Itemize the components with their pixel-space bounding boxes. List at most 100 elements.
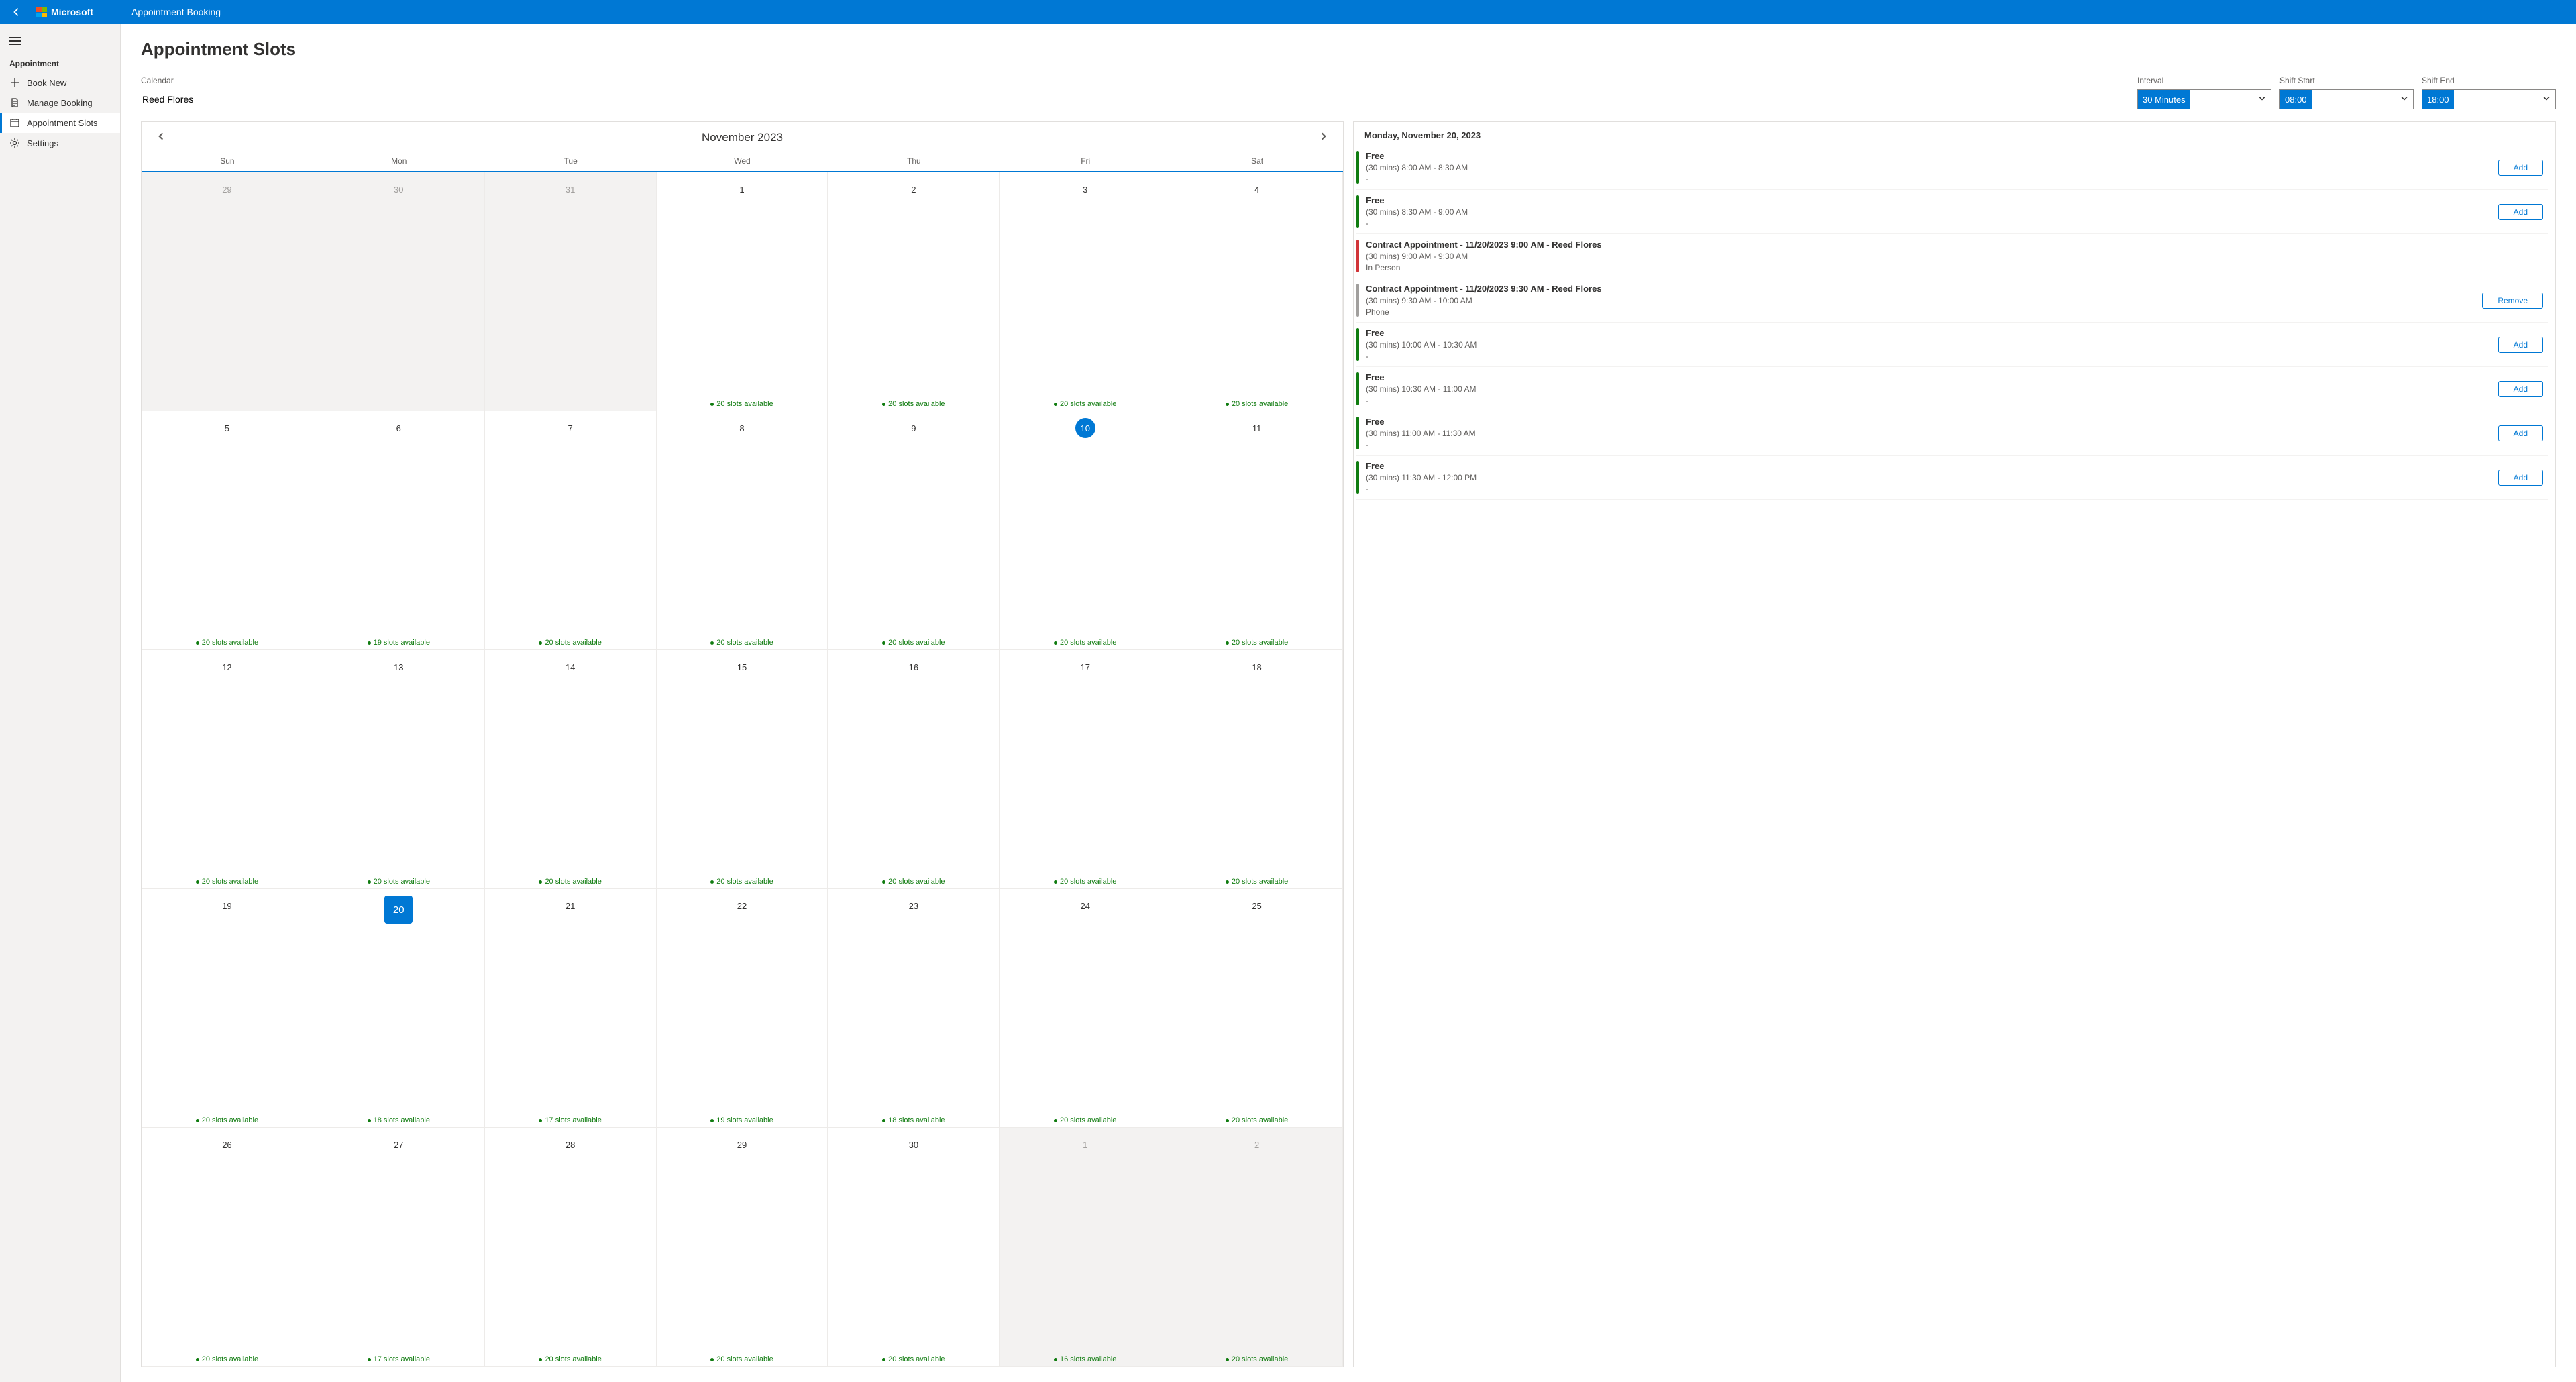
calendar-day-cell[interactable]: 2920 slots available: [657, 1128, 828, 1367]
slot-time: (30 mins) 11:00 AM - 11:30 AM: [1366, 429, 2491, 438]
slot-remove-button[interactable]: Remove: [2482, 293, 2543, 309]
calendar-day-cell[interactable]: 220 slots available: [828, 172, 1000, 411]
calendar-day-cell[interactable]: 2219 slots available: [657, 889, 828, 1128]
slot-item: Free(30 mins) 8:30 AM - 9:00 AM-Add: [1356, 190, 2548, 234]
slot-status-bar: [1356, 284, 1359, 317]
slot-title: Contract Appointment - 11/20/2023 9:00 A…: [1366, 240, 2543, 250]
slot-status-bar: [1356, 417, 1359, 449]
slot-title: Free: [1366, 461, 2491, 471]
sidebar-item-label: Appointment Slots: [27, 118, 98, 128]
calendar-day-number: 11: [1247, 418, 1267, 438]
calendar-day-number: 9: [904, 418, 924, 438]
slot-title: Free: [1366, 417, 2491, 427]
calendar-dow-label: Thu: [828, 152, 1000, 171]
calendar-day-cell[interactable]: 30: [313, 172, 485, 411]
slot-add-button[interactable]: Add: [2498, 204, 2543, 220]
calendar-day-cell[interactable]: 2717 slots available: [313, 1128, 485, 1367]
plus-icon: [9, 77, 20, 88]
calendar-day-cell[interactable]: 1020 slots available: [1000, 411, 1171, 650]
sidebar-item-manage-booking[interactable]: Manage Booking: [0, 93, 120, 113]
slot-status-bar: [1356, 195, 1359, 228]
calendar-icon: [9, 117, 20, 128]
calendar-day-cell[interactable]: 720 slots available: [485, 411, 657, 650]
calendar-day-cell[interactable]: 29: [142, 172, 313, 411]
calendar-day-cell[interactable]: 1620 slots available: [828, 650, 1000, 889]
calendar-day-cell[interactable]: 220 slots available: [1171, 1128, 1343, 1367]
interval-label: Interval: [2137, 76, 2271, 85]
calendar-day-cell[interactable]: 2820 slots available: [485, 1128, 657, 1367]
slot-add-button[interactable]: Add: [2498, 337, 2543, 353]
calendar-slots-available: 20 slots available: [196, 1355, 258, 1363]
back-button[interactable]: [7, 2, 27, 22]
calendar-day-cell[interactable]: 1420 slots available: [485, 650, 657, 889]
shift-end-label: Shift End: [2422, 76, 2556, 85]
calendar-day-cell[interactable]: 1920 slots available: [142, 889, 313, 1128]
calendar-day-cell[interactable]: 320 slots available: [1000, 172, 1171, 411]
calendar-day-number: 1: [1075, 1134, 1095, 1155]
calendar-day-cell[interactable]: 2520 slots available: [1171, 889, 1343, 1128]
slot-add-button[interactable]: Add: [2498, 381, 2543, 397]
slot-add-button[interactable]: Add: [2498, 160, 2543, 176]
slot-mode: -: [1366, 396, 2491, 405]
calendar-day-cell[interactable]: 1 16 slots available: [1000, 1128, 1171, 1367]
main-content: Appointment Slots Calendar Interval 30 M…: [121, 24, 2576, 1382]
slot-time: (30 mins) 11:30 AM - 12:00 PM: [1366, 473, 2491, 482]
calendar-day-cell[interactable]: 2620 slots available: [142, 1128, 313, 1367]
slot-title: Contract Appointment - 11/20/2023 9:30 A…: [1366, 284, 2475, 294]
calendar-day-cell[interactable]: 2420 slots available: [1000, 889, 1171, 1128]
calendar-day-cell[interactable]: 820 slots available: [657, 411, 828, 650]
slot-status-bar: [1356, 240, 1359, 272]
calendar-day-cell[interactable]: 1820 slots available: [1171, 650, 1343, 889]
calendar-day-cell[interactable]: 1320 slots available: [313, 650, 485, 889]
calendar-day-cell[interactable]: 1120 slots available: [1171, 411, 1343, 650]
calendar-next-button[interactable]: [1313, 129, 1334, 146]
sidebar-item-label: Settings: [27, 138, 58, 148]
calendar-day-cell[interactable]: 1520 slots available: [657, 650, 828, 889]
calendar-day-number: 1: [732, 179, 752, 199]
shift-start-label: Shift Start: [2279, 76, 2414, 85]
calendar-panel: November 2023 SunMonTueWedThuFriSat 2930…: [141, 121, 1344, 1367]
calendar-slots-available: 20 slots available: [1054, 878, 1116, 886]
calendar-day-number: 19: [217, 896, 237, 916]
slot-list-scroll[interactable]: Free(30 mins) 8:00 AM - 8:30 AM-AddFree(…: [1354, 146, 2555, 1367]
calendar-day-cell[interactable]: 920 slots available: [828, 411, 1000, 650]
calendar-day-number: 24: [1075, 896, 1095, 916]
calendar-dow-label: Sat: [1171, 152, 1343, 171]
calendar-input[interactable]: [141, 89, 2129, 109]
calendar-day-number: 12: [217, 657, 237, 677]
calendar-day-cell[interactable]: 3020 slots available: [828, 1128, 1000, 1367]
calendar-slots-available: 16 slots available: [1054, 1355, 1116, 1363]
slot-mode: -: [1366, 484, 2491, 494]
calendar-day-cell[interactable]: 619 slots available: [313, 411, 485, 650]
slot-item: Free(30 mins) 10:30 AM - 11:00 AM-Add: [1356, 367, 2548, 411]
calendar-prev-button[interactable]: [151, 129, 171, 146]
calendar-day-cell[interactable]: 120 slots available: [657, 172, 828, 411]
calendar-day-cell[interactable]: 2018 slots available: [313, 889, 485, 1128]
hamburger-menu-button[interactable]: [0, 28, 120, 54]
sidebar-item-settings[interactable]: Settings: [0, 133, 120, 153]
slot-item: Contract Appointment - 11/20/2023 9:30 A…: [1356, 278, 2548, 323]
slot-mode: In Person: [1366, 263, 2543, 272]
calendar-day-cell[interactable]: 420 slots available: [1171, 172, 1343, 411]
calendar-day-cell[interactable]: 2117 slots available: [485, 889, 657, 1128]
shift-end-select[interactable]: [2422, 89, 2556, 109]
calendar-day-cell[interactable]: 1220 slots available: [142, 650, 313, 889]
shift-start-select[interactable]: [2279, 89, 2414, 109]
calendar-day-cell[interactable]: 1720 slots available: [1000, 650, 1171, 889]
calendar-day-number: 30: [904, 1134, 924, 1155]
calendar-day-cell[interactable]: 520 slots available: [142, 411, 313, 650]
sidebar-item-book-new[interactable]: Book New: [0, 72, 120, 93]
slot-status-bar: [1356, 461, 1359, 494]
calendar-day-number: 2: [1247, 1134, 1267, 1155]
slot-add-button[interactable]: Add: [2498, 425, 2543, 441]
slot-add-button[interactable]: Add: [2498, 470, 2543, 486]
calendar-day-number: 7: [560, 418, 580, 438]
slot-title: Free: [1366, 328, 2491, 338]
calendar-slots-available: 19 slots available: [710, 1116, 773, 1124]
interval-select[interactable]: [2137, 89, 2271, 109]
calendar-slots-available: 20 slots available: [1226, 400, 1288, 408]
calendar-day-cell[interactable]: 31: [485, 172, 657, 411]
slot-time: (30 mins) 8:00 AM - 8:30 AM: [1366, 163, 2491, 172]
calendar-day-cell[interactable]: 2318 slots available: [828, 889, 1000, 1128]
sidebar-item-appointment-slots[interactable]: Appointment Slots: [0, 113, 120, 133]
